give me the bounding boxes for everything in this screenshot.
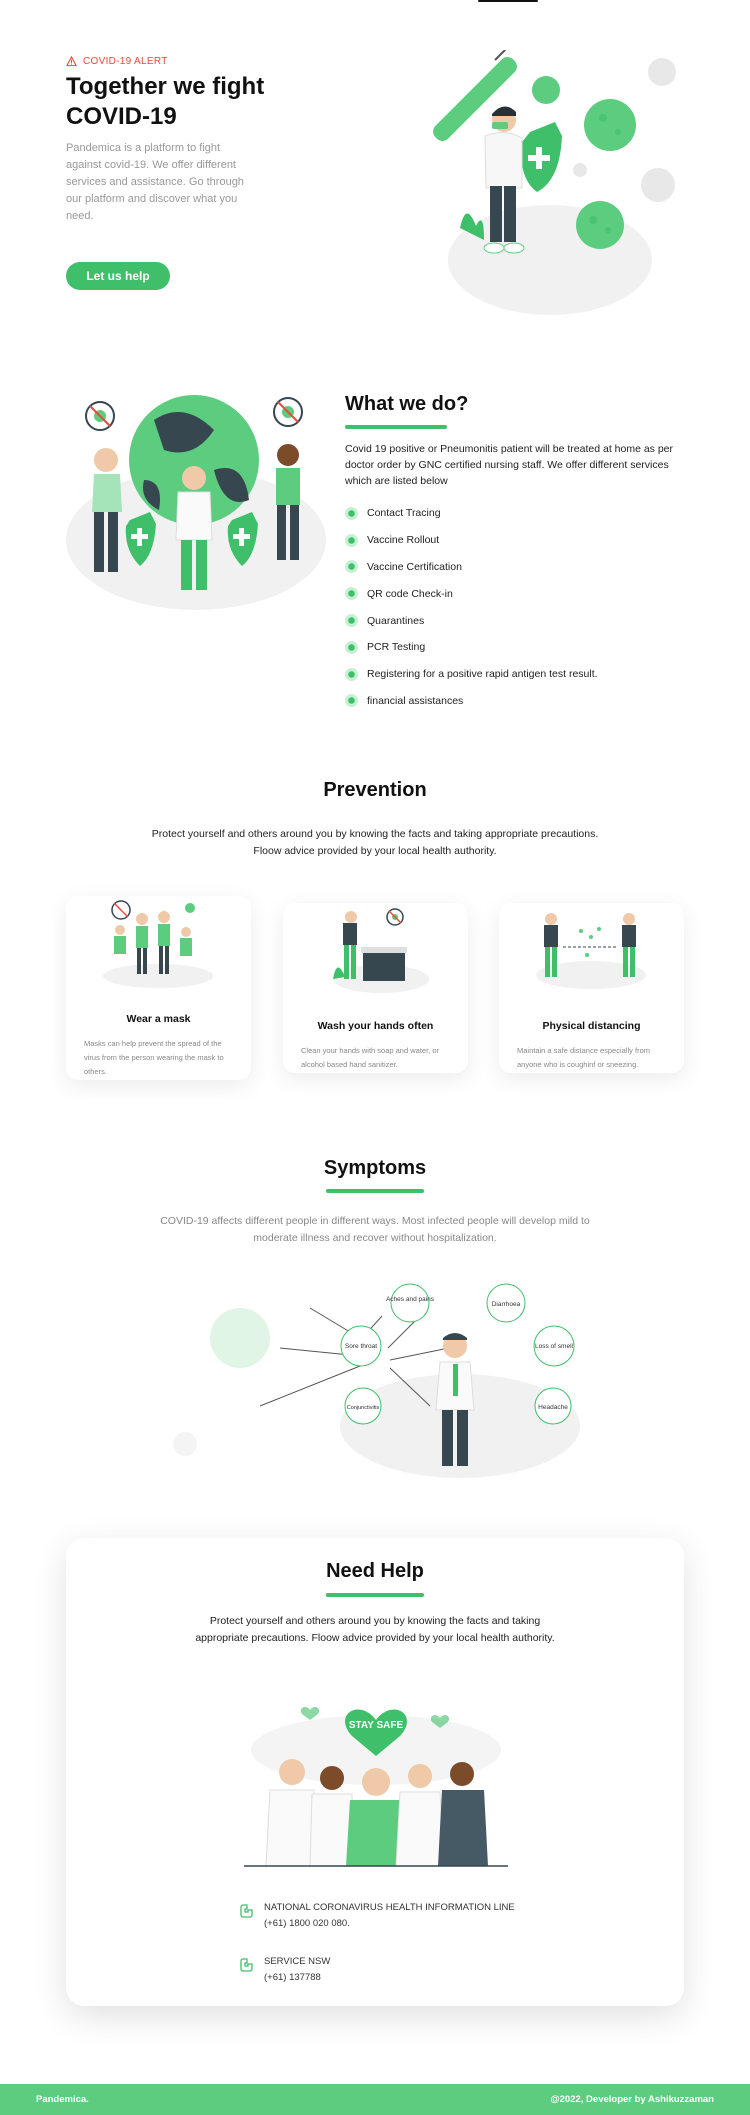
- covid-alert: COVID-19 ALERT: [66, 56, 168, 67]
- what-we-do-description: Covid 19 positive or Pneumonitis patient…: [345, 443, 674, 487]
- prevention-card-distance: Physical distancing Maintain a safe dist…: [499, 903, 684, 1073]
- list-item: Registering for a positive rapid antigen…: [345, 661, 685, 688]
- footer-credit: @2022, Developer by Ashikuzzaman: [550, 2094, 714, 2105]
- no-virus-sign-icon: [85, 401, 115, 431]
- contact-line-nsw: SERVICE NSW (+61) 137788: [240, 1954, 330, 1986]
- prevention-description: Protect yourself and others around you b…: [151, 828, 599, 857]
- title-underline: [326, 1189, 424, 1193]
- symptoms-title: Symptoms: [323, 1157, 427, 1179]
- phone-icon: [240, 1904, 253, 1918]
- bullet-icon: [345, 587, 358, 601]
- alert-text: COVID-19 ALERT: [83, 56, 168, 67]
- symptom-label: Sore throat: [345, 1343, 377, 1350]
- list-item: Quarantines: [345, 607, 685, 634]
- list-item: financial assistances: [345, 688, 685, 715]
- mask-illustration: [103, 900, 213, 988]
- symptom-label: Headache: [538, 1404, 568, 1411]
- list-item: Vaccine Rollout: [345, 527, 685, 554]
- what-we-do-illustration: [66, 395, 326, 610]
- symptoms-illustration: Aches and pains Diarrhoea Sore throat Lo…: [173, 1283, 580, 1478]
- title-underline: [326, 1593, 424, 1597]
- card-title: Physical distancing: [542, 1020, 641, 1032]
- doctors-team-illustration: STAY SAFE: [244, 1707, 508, 1867]
- symptom-label: Loss of smell: [535, 1343, 573, 1350]
- need-help-title: Need Help: [326, 1560, 424, 1582]
- symptom-label: Conjunctivitis: [347, 1405, 380, 1411]
- prevention-title: Prevention: [323, 779, 427, 801]
- bullet-icon: [345, 667, 358, 681]
- handwash-illustration: [333, 908, 429, 993]
- prevention-card-mask: Wear a mask Masks can help prevent the s…: [66, 896, 251, 1080]
- hero-doctor-illustration: [433, 50, 676, 315]
- card-title: Wash your hands often: [317, 1020, 434, 1032]
- need-help-description: Protect yourself and others around you b…: [195, 1615, 555, 1644]
- hero-description: Pandemica is a platform to fight against…: [66, 142, 244, 222]
- footer-brand[interactable]: Pandemica.: [36, 2094, 89, 2105]
- contact-phone[interactable]: (+61) 137788: [264, 1970, 330, 1986]
- symptom-label: Aches and pains: [386, 1296, 435, 1303]
- bullet-icon: [345, 560, 358, 574]
- symptom-label: Diarrhoea: [492, 1301, 521, 1308]
- services-list: Contact Tracing Vaccine Rollout Vaccine …: [345, 500, 685, 714]
- list-item: Vaccine Certification: [345, 554, 685, 581]
- nav-remnant: [478, 0, 538, 2]
- prevention-card-wash: Wash your hands often Clean your hands w…: [283, 903, 468, 1073]
- phone-icon: [240, 1958, 253, 1972]
- list-item: PCR Testing: [345, 634, 685, 661]
- what-we-do-title: What we do?: [345, 393, 469, 415]
- bullet-icon: [345, 614, 358, 628]
- card-text: Maintain a safe distance especially from…: [517, 1046, 650, 1069]
- card-text: Masks can help prevent the spread of the…: [84, 1039, 224, 1076]
- contact-label: SERVICE NSW: [264, 1956, 331, 1967]
- list-item: Contact Tracing: [345, 500, 685, 527]
- bullet-icon: [345, 640, 358, 654]
- need-help-card: Need Help Protect yourself and others ar…: [66, 1538, 684, 2006]
- hero-title: Together we fight COVID-19: [66, 73, 265, 130]
- card-text: Clean your hands with soap and water, or…: [301, 1046, 439, 1069]
- contact-phone[interactable]: (+61) 1800 020 080.: [264, 1916, 515, 1932]
- list-item: QR code Check-in: [345, 580, 685, 607]
- symptoms-description: COVID-19 affects different people in dif…: [160, 1215, 590, 1244]
- warning-icon: [66, 56, 77, 67]
- title-underline: [345, 425, 447, 429]
- distancing-illustration: [536, 913, 646, 989]
- bullet-icon: [345, 506, 358, 520]
- contact-line-national: NATIONAL CORONAVIRUS HEALTH INFORMATION …: [240, 1900, 515, 1932]
- bullet-icon: [345, 694, 358, 708]
- bullet-icon: [345, 533, 358, 547]
- contact-label: NATIONAL CORONAVIRUS HEALTH INFORMATION …: [264, 1902, 515, 1913]
- card-title: Wear a mask: [126, 1013, 191, 1025]
- let-us-help-button[interactable]: Let us help: [66, 262, 170, 290]
- stay-safe-label: STAY SAFE: [349, 1720, 404, 1731]
